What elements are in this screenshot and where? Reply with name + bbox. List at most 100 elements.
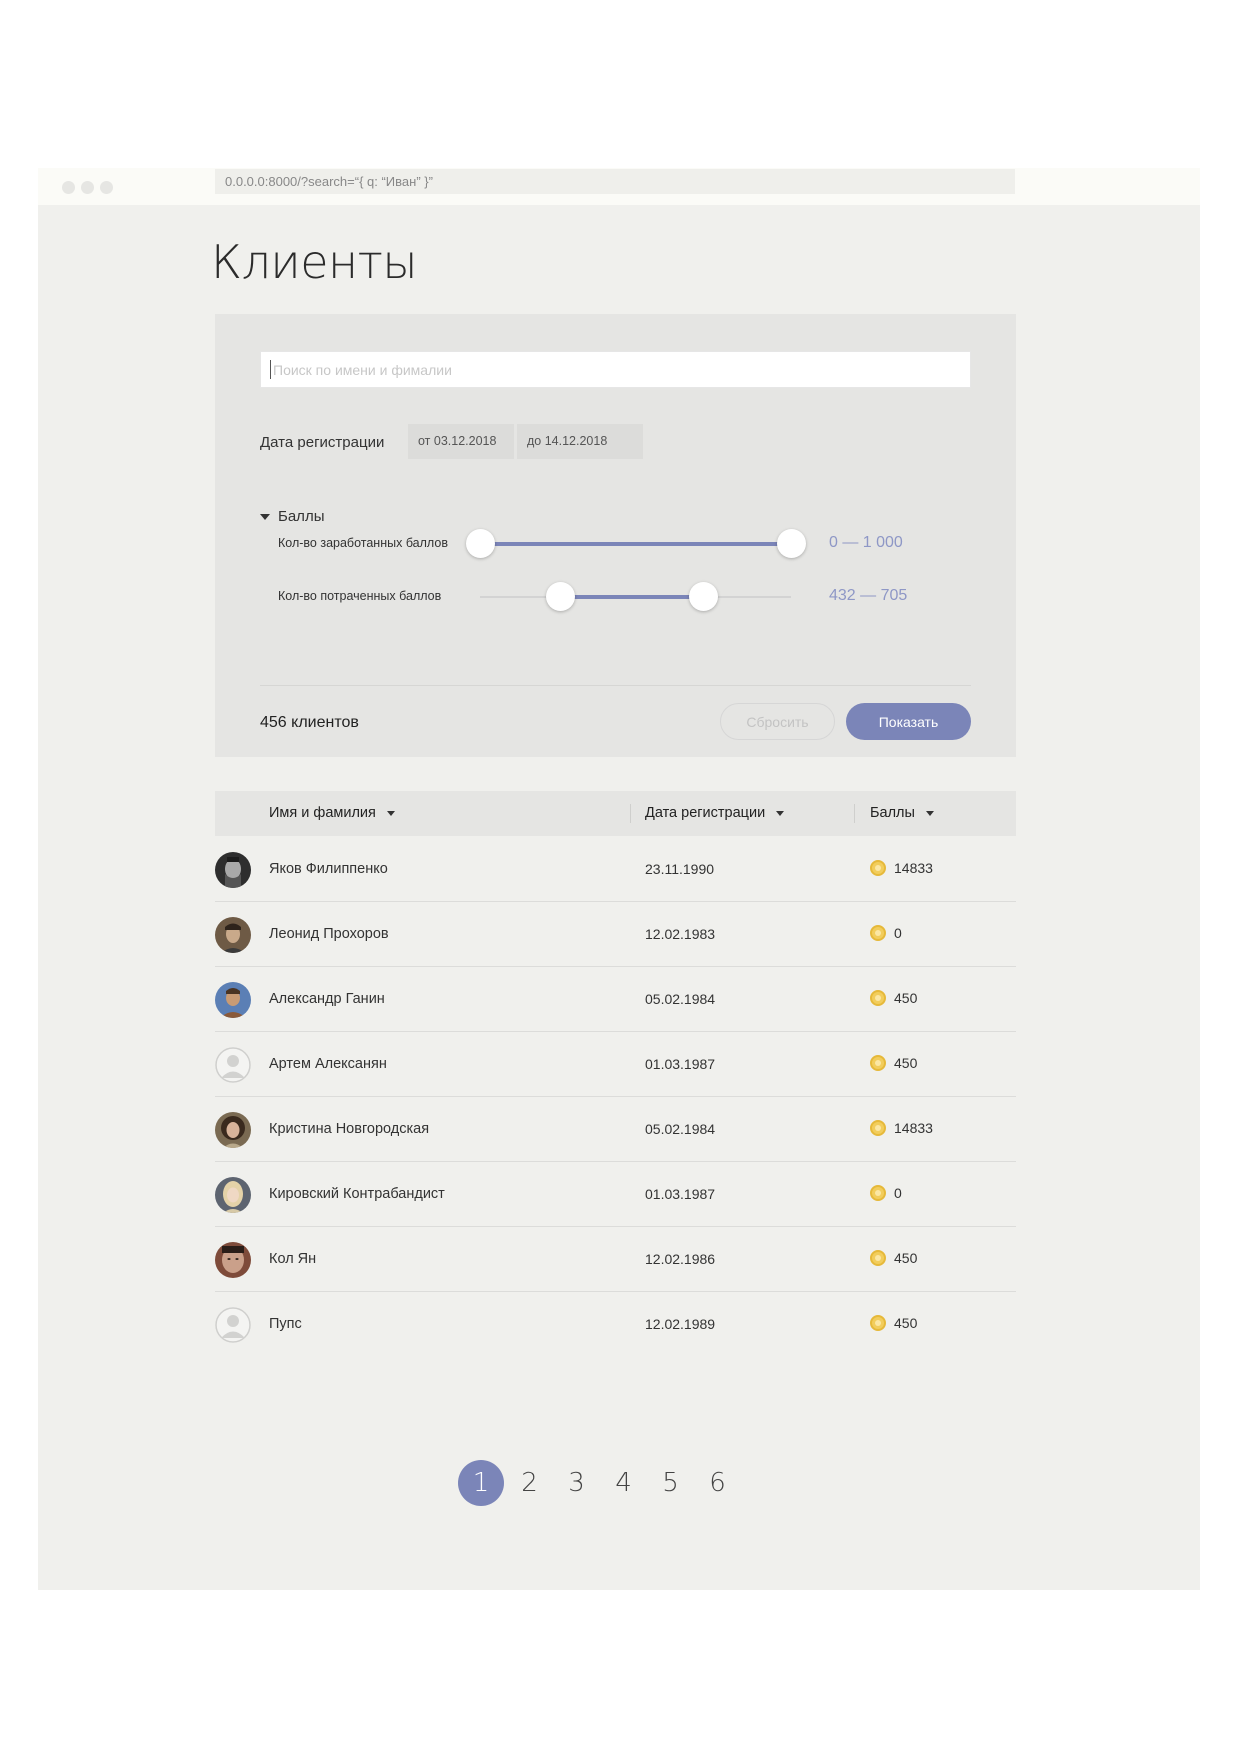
earned-points-slider[interactable]: [466, 529, 806, 558]
spent-points-range-fill: [559, 595, 704, 599]
points-value: 450: [894, 989, 918, 1006]
points-value: 450: [894, 1314, 918, 1331]
column-header-label: Баллы: [870, 805, 915, 821]
page-2-button[interactable]: 2: [506, 1460, 553, 1506]
panel-divider: [260, 685, 971, 686]
registration-date: 05.02.1984: [645, 1120, 716, 1137]
table-row[interactable]: Кол Ян 12.02.1986 450: [215, 1227, 1016, 1292]
earned-points-range-fill: [480, 542, 791, 546]
table-row[interactable]: Кировский Контрабандист 01.03.1987 0: [215, 1162, 1016, 1227]
client-name[interactable]: Леонид Прохоров: [269, 926, 389, 942]
filter-panel: Дата регистрации от 03.12.2018 до 14.12.…: [215, 314, 1016, 757]
reset-button[interactable]: Сбросить: [720, 703, 835, 740]
client-name[interactable]: Артем Алексанян: [269, 1056, 387, 1072]
page-5-button[interactable]: 5: [647, 1460, 694, 1506]
sort-caret-icon: [925, 810, 934, 816]
registration-date: 05.02.1984: [645, 990, 716, 1007]
column-divider: [630, 804, 631, 823]
coin-icon: [870, 924, 886, 941]
table-row[interactable]: Артем Алексанян 01.03.1987 450: [215, 1032, 1016, 1097]
coin-icon: [870, 1119, 886, 1136]
date-to-field[interactable]: до 14.12.2018: [517, 424, 643, 459]
spent-points-max-handle[interactable]: [689, 582, 719, 611]
points-cell: 450: [870, 1249, 918, 1266]
registration-date: 23.11.1990: [645, 860, 715, 877]
coin-icon: [870, 1249, 886, 1266]
page-title: Клиенты: [211, 235, 418, 289]
avatar: [215, 1306, 251, 1343]
avatar: [215, 1241, 251, 1278]
table-row[interactable]: Яков Филиппенко 23.11.1990 14833: [215, 837, 1016, 902]
minimize-window-icon[interactable]: [81, 181, 94, 194]
client-name[interactable]: Яков Филиппенко: [269, 861, 388, 877]
registration-date: 01.03.1987: [645, 1185, 716, 1202]
registration-date: 12.02.1989: [645, 1315, 716, 1332]
show-button[interactable]: Показать: [846, 703, 971, 740]
column-header-label: Дата регистрации: [645, 805, 766, 821]
column-header-date[interactable]: Дата регистрации: [645, 805, 785, 821]
avatar: [215, 1046, 251, 1083]
client-name[interactable]: Кол Ян: [269, 1251, 316, 1267]
avatar: [215, 916, 251, 953]
points-section-toggle[interactable]: Баллы: [260, 508, 324, 525]
column-header-label: Имя и фамилия: [269, 805, 376, 821]
text-cursor: [270, 360, 271, 379]
earned-points-label: Кол-во заработанных баллов: [278, 536, 448, 550]
close-window-icon[interactable]: [62, 181, 75, 194]
page-3-button[interactable]: 3: [553, 1460, 600, 1506]
maximize-window-icon[interactable]: [100, 181, 113, 194]
points-cell: 0: [870, 1184, 902, 1201]
points-value: 0: [894, 1184, 902, 1201]
client-name[interactable]: Кировский Контрабандист: [269, 1186, 445, 1202]
column-header-name[interactable]: Имя и фамилия: [269, 805, 395, 821]
table-row[interactable]: Леонид Прохоров 12.02.1983 0: [215, 902, 1016, 967]
client-name[interactable]: Пупс: [269, 1316, 302, 1332]
points-cell: 14833: [870, 1119, 933, 1136]
date-from-field[interactable]: от 03.12.2018: [408, 424, 514, 459]
search-input[interactable]: [260, 351, 971, 388]
page-1-button[interactable]: 1: [458, 1460, 504, 1506]
column-header-points[interactable]: Баллы: [870, 805, 934, 821]
points-cell: 450: [870, 1054, 918, 1071]
browser-toolbar: 0.0.0.0:8000/?search=“{ q: “Иван” }”: [38, 168, 1200, 205]
pagination: 123456: [458, 1460, 741, 1506]
result-count: 456 клиентов: [260, 714, 359, 731]
registration-date: 01.03.1987: [645, 1055, 716, 1072]
avatar: [215, 851, 251, 888]
points-cell: 450: [870, 1314, 918, 1331]
table-header: Имя и фамилия Дата регистрации Баллы: [215, 791, 1016, 836]
spent-points-label: Кол-во потраченных баллов: [278, 589, 442, 603]
caret-down-icon: [260, 513, 270, 520]
coin-icon: [870, 859, 886, 876]
page-4-button[interactable]: 4: [600, 1460, 647, 1506]
column-divider: [854, 804, 855, 823]
coin-icon: [870, 989, 886, 1006]
client-name[interactable]: Александр Ганин: [269, 991, 385, 1007]
points-value: 14833: [894, 859, 933, 876]
earned-points-max-handle[interactable]: [777, 529, 806, 558]
avatar: [215, 981, 251, 1018]
coin-icon: [870, 1314, 886, 1331]
page-6-button[interactable]: 6: [694, 1460, 741, 1506]
points-value: 450: [894, 1249, 918, 1266]
earned-points-value: 0 — 1 000: [829, 534, 903, 551]
earned-points-min-handle[interactable]: [466, 529, 495, 558]
table-row[interactable]: Александр Ганин 05.02.1984 450: [215, 967, 1016, 1032]
address-bar[interactable]: 0.0.0.0:8000/?search=“{ q: “Иван” }”: [215, 169, 1015, 194]
client-name[interactable]: Кристина Новгородская: [269, 1121, 429, 1137]
table-row[interactable]: Пупс 12.02.1989 450: [215, 1292, 1016, 1357]
coin-icon: [870, 1054, 886, 1071]
points-value: 14833: [894, 1119, 933, 1136]
sort-caret-icon: [386, 810, 395, 816]
registration-date: 12.02.1986: [645, 1250, 716, 1267]
table-row[interactable]: Кристина Новгородская 05.02.1984 14833: [215, 1097, 1016, 1162]
points-cell: 14833: [870, 859, 933, 876]
points-cell: 0: [870, 924, 902, 941]
page-viewport: Клиенты Дата регистрации от 03.12.2018 д…: [38, 205, 1200, 1590]
registration-date-label: Дата регистрации: [260, 434, 385, 451]
spent-points-slider[interactable]: [480, 582, 791, 611]
spent-points-min-handle[interactable]: [545, 582, 575, 611]
points-value: 450: [894, 1054, 918, 1071]
window-controls: [62, 181, 113, 194]
spent-points-value: 432 — 705: [829, 587, 908, 604]
